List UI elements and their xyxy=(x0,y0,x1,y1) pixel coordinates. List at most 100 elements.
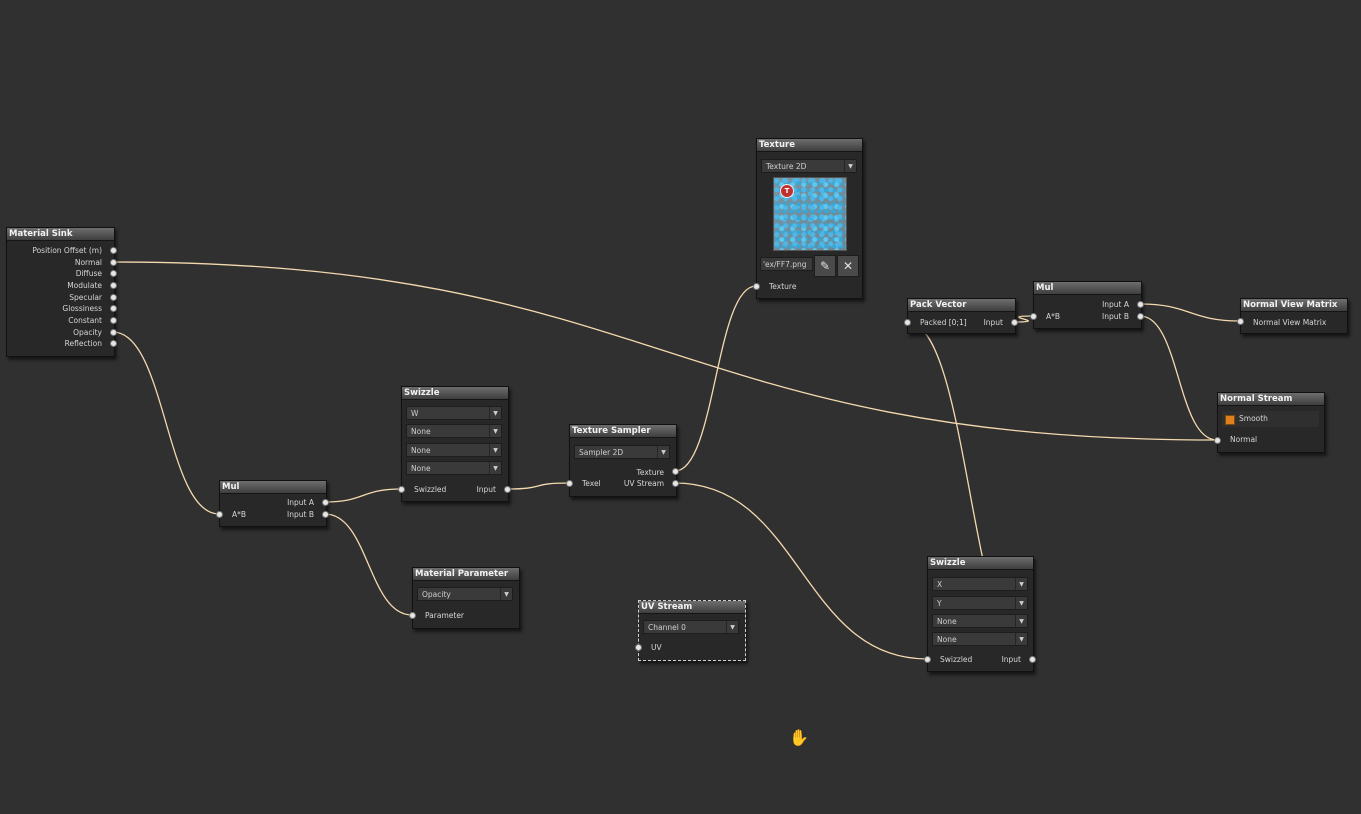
node-title[interactable]: Normal Stream xyxy=(1218,393,1324,406)
channel-dropdown[interactable]: None ▼ xyxy=(406,461,502,475)
normal-stream-node[interactable]: Normal Stream Smooth Normal xyxy=(1217,392,1325,453)
connection-pin[interactable] xyxy=(322,499,329,506)
node-title[interactable]: Material Sink xyxy=(7,228,114,241)
input-label: Texture xyxy=(636,468,664,477)
node-title[interactable]: Mul xyxy=(220,481,326,494)
chevron-down-icon: ▼ xyxy=(1015,597,1027,609)
node-title[interactable]: Pack Vector xyxy=(908,299,1015,312)
node-title[interactable]: Swizzle xyxy=(402,387,508,400)
input-label: Input xyxy=(1001,655,1021,664)
connection-pin[interactable] xyxy=(924,656,931,663)
chevron-down-icon: ▼ xyxy=(489,462,501,474)
node-title[interactable]: Normal View Matrix xyxy=(1241,299,1347,312)
input-label: Input A xyxy=(1102,300,1129,309)
texture-sampler-node[interactable]: Texture Sampler Sampler 2D ▼ Texture UV S… xyxy=(569,424,677,497)
parameter-dropdown[interactable]: Opacity ▼ xyxy=(417,587,513,601)
connection-pin[interactable] xyxy=(672,468,679,475)
chevron-down-icon: ▼ xyxy=(657,446,669,458)
connection-wire xyxy=(674,285,757,472)
chevron-down-icon: ▼ xyxy=(489,407,501,419)
dropdown-value: None xyxy=(411,446,431,455)
chevron-down-icon: ▼ xyxy=(844,160,856,172)
pack-vector-node[interactable]: Pack Vector Packed [0;1] Input xyxy=(907,298,1016,334)
input-label: Specular xyxy=(69,293,102,302)
clear-texture-button[interactable]: ✕ xyxy=(837,255,859,277)
pencil-icon: ✎ xyxy=(819,259,831,273)
node-title[interactable]: Texture Sampler xyxy=(570,425,676,438)
hand-cursor-icon: ✋ xyxy=(789,728,809,747)
output-label: Swizzled xyxy=(414,485,447,494)
input-label: Opacity xyxy=(73,328,102,337)
connection-pin[interactable] xyxy=(1030,313,1037,320)
node-title[interactable]: UV Stream xyxy=(639,601,745,614)
edit-texture-button[interactable]: ✎ xyxy=(814,255,836,277)
connection-pin[interactable] xyxy=(1137,313,1144,320)
connection-pin[interactable] xyxy=(110,305,117,312)
connection-pin[interactable] xyxy=(1214,437,1221,444)
connection-wire xyxy=(506,482,570,490)
smooth-toggle[interactable]: Smooth xyxy=(1222,411,1319,427)
connection-pin[interactable] xyxy=(110,340,117,347)
normal-view-matrix-node[interactable]: Normal View Matrix Normal View Matrix xyxy=(1240,298,1348,334)
connection-wire xyxy=(324,488,402,503)
connection-pin[interactable] xyxy=(216,511,223,518)
input-label: Input A xyxy=(287,498,314,507)
swizzle-node-top[interactable]: Swizzle W ▼ None ▼ None ▼ None ▼ Swizzled In… xyxy=(401,386,509,502)
mul-node-left[interactable]: Mul Input A Input B A*B xyxy=(219,480,327,527)
connection-pin[interactable] xyxy=(110,270,117,277)
connection-pin[interactable] xyxy=(322,511,329,518)
texture-thumbnail[interactable]: T xyxy=(773,177,847,251)
connection-pin[interactable] xyxy=(398,486,405,493)
node-title[interactable]: Texture xyxy=(757,139,862,152)
chevron-down-icon: ▼ xyxy=(500,588,512,600)
connection-pin[interactable] xyxy=(504,486,511,493)
input-label: Diffuse xyxy=(75,269,102,278)
material-sink-node[interactable]: Material Sink Position Offset (m) Normal… xyxy=(6,227,115,357)
dropdown-value: Channel 0 xyxy=(648,623,686,632)
connection-pin[interactable] xyxy=(753,283,760,290)
channel-dropdown[interactable]: Channel 0 ▼ xyxy=(643,620,739,634)
connection-pin[interactable] xyxy=(1137,301,1144,308)
connection-pin[interactable] xyxy=(1237,318,1244,325)
input-label: Input xyxy=(983,318,1003,327)
connection-pin[interactable] xyxy=(110,329,117,336)
close-icon: ✕ xyxy=(842,259,854,273)
channel-dropdown[interactable]: W ▼ xyxy=(406,406,502,420)
connection-pin[interactable] xyxy=(409,612,416,619)
connection-pin[interactable] xyxy=(110,259,117,266)
connection-pin[interactable] xyxy=(1011,319,1018,326)
channel-dropdown[interactable]: None ▼ xyxy=(406,443,502,457)
smooth-checkbox[interactable] xyxy=(1225,415,1235,425)
connection-pin[interactable] xyxy=(110,294,117,301)
connection-pin[interactable] xyxy=(635,644,642,651)
texture-path-field[interactable]: 'ex/FF7.png xyxy=(760,257,813,271)
uv-stream-node[interactable]: UV Stream Channel 0 ▼ UV xyxy=(638,600,746,661)
dropdown-value: Opacity xyxy=(422,590,451,599)
input-label: Reflection xyxy=(64,339,102,348)
node-title[interactable]: Swizzle xyxy=(928,557,1033,570)
connection-pin[interactable] xyxy=(1029,656,1036,663)
input-label: Input B xyxy=(287,510,314,519)
swizzle-node-bottom[interactable]: Swizzle X ▼ Y ▼ None ▼ None ▼ Swizzled Input xyxy=(927,556,1034,672)
chevron-down-icon: ▼ xyxy=(1015,615,1027,627)
mul-node-right[interactable]: Mul Input A Input B A*B xyxy=(1033,281,1142,329)
texture-type-dropdown[interactable]: Texture 2D ▼ xyxy=(761,159,857,173)
connection-pin[interactable] xyxy=(110,247,117,254)
node-title[interactable]: Material Parameter xyxy=(413,568,519,581)
connection-pin[interactable] xyxy=(904,319,911,326)
connection-pin[interactable] xyxy=(672,480,679,487)
channel-dropdown[interactable]: None ▼ xyxy=(932,632,1028,646)
channel-dropdown[interactable]: None ▼ xyxy=(932,614,1028,628)
node-title[interactable]: Mul xyxy=(1034,282,1141,295)
sampler-dropdown[interactable]: Sampler 2D ▼ xyxy=(574,445,670,459)
texture-badge: T xyxy=(780,184,794,198)
channel-dropdown[interactable]: None ▼ xyxy=(406,424,502,438)
connection-pin[interactable] xyxy=(110,282,117,289)
connection-pin[interactable] xyxy=(110,317,117,324)
channel-dropdown[interactable]: X ▼ xyxy=(932,577,1028,591)
connection-wire xyxy=(112,331,220,515)
material-parameter-node[interactable]: Material Parameter Opacity ▼ Parameter xyxy=(412,567,520,629)
channel-dropdown[interactable]: Y ▼ xyxy=(932,596,1028,610)
texture-node[interactable]: Texture Texture 2D ▼ T 'ex/FF7.png ✎ ✕ Te… xyxy=(756,138,863,299)
connection-pin[interactable] xyxy=(566,480,573,487)
